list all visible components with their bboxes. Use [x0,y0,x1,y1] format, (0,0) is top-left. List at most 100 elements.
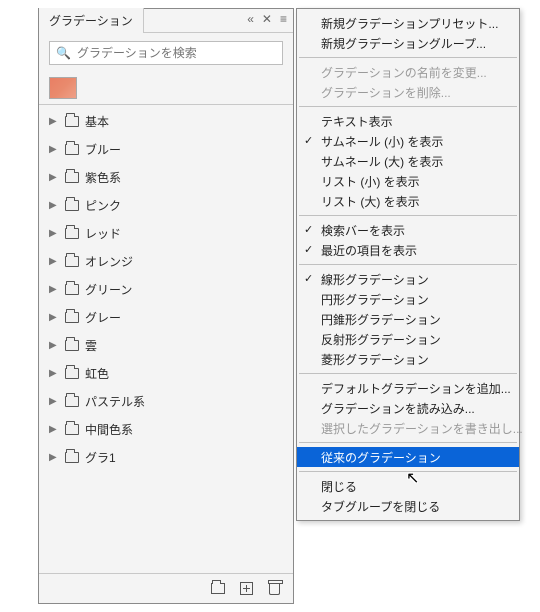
folder-label: ブルー [85,141,121,158]
caret-icon: ▶ [49,256,59,267]
caret-icon: ▶ [49,452,59,463]
close-icon[interactable]: ✕ [260,12,274,26]
folder-row[interactable]: ▶パステル系 [39,387,293,415]
folder-tree: ▶基本▶ブルー▶紫色系▶ピンク▶レッド▶オレンジ▶グリーン▶グレー▶雲▶虹色▶パ… [39,105,293,573]
gradient-panel: グラデーション « ✕ ≡ 🔍 ▶基本▶ブルー▶紫色系▶ピンク▶レッド▶オレンジ… [38,8,294,604]
check-icon: ✓ [304,272,313,285]
new-folder-button[interactable] [211,582,225,596]
folder-label: 中間色系 [85,421,133,438]
menu-item[interactable]: 反射形グラデーション [297,329,519,349]
folder-icon [65,116,79,127]
menu-item: グラデーションを削除... [297,82,519,102]
menu-item[interactable]: 菱形グラデーション [297,349,519,369]
menu-item-label: デフォルトグラデーションを追加... [321,380,511,397]
menu-item-label: 従来のグラデーション [321,449,441,466]
menu-item-label: 円錐形グラデーション [321,311,441,328]
menu-item[interactable]: 従来のグラデーション [297,447,519,467]
folder-icon [65,284,79,295]
check-icon: ✓ [304,223,313,236]
menu-separator [299,264,517,265]
current-gradient-row [39,71,293,105]
caret-icon: ▶ [49,396,59,407]
menu-separator [299,106,517,107]
menu-item[interactable]: 円錐形グラデーション [297,309,519,329]
menu-item-label: サムネール (大) を表示 [321,153,443,170]
folder-row[interactable]: ▶ 基本 [39,107,293,135]
folder-label: グレー [85,309,121,326]
menu-item-label: タブグループを閉じる [321,498,440,515]
menu-item-label: グラデーションの名前を変更... [321,64,487,81]
gradient-swatch[interactable] [49,77,77,99]
search-input[interactable] [77,46,276,60]
folder-label: 基本 [85,113,109,130]
menu-item: グラデーションの名前を変更... [297,62,519,82]
folder-row[interactable]: ▶ グレー [39,303,293,331]
menu-separator [299,471,517,472]
collapse-icon[interactable]: « [245,12,256,26]
folder-row[interactable]: ▶レッド [39,219,293,247]
menu-item-label: グラデーションを読み込み... [321,400,475,417]
folder-row[interactable]: ▶ ブルー [39,135,293,163]
folder-icon [65,312,79,323]
menu-item-label: 新規グラデーションプリセット... [321,15,498,32]
menu-item[interactable]: 新規グラデーションプリセット... [297,13,519,33]
folder-row[interactable]: ▶虹色 [39,359,293,387]
panel-header: グラデーション « ✕ ≡ [39,9,293,33]
caret-icon: ▶ [49,172,59,183]
folder-label: 雲 [85,337,97,354]
menu-item[interactable]: ✓サムネール (小) を表示 [297,131,519,151]
delete-button[interactable] [267,582,281,596]
menu-item-label: 新規グラデーショングループ... [321,35,486,52]
check-icon: ✓ [304,243,313,256]
menu-item[interactable]: ✓ 線形グラデーション [297,269,519,289]
folder-icon [65,200,79,211]
menu-item[interactable]: テキスト表示 [297,111,519,131]
menu-item-label: グラデーションを削除... [321,84,451,101]
folder-row[interactable]: ▶ 中間色系 [39,415,293,443]
caret-icon: ▶ [49,284,59,295]
menu-icon[interactable]: ≡ [278,12,289,26]
folder-icon [65,368,79,379]
folder-label: レッド [85,225,121,242]
menu-item-label: 最近の項目を表示 [321,242,417,259]
caret-icon: ▶ [49,144,59,155]
menu-item[interactable]: デフォルトグラデーションを追加... [297,378,519,398]
menu-item: 選択したグラデーションを書き出し... [297,418,519,438]
folder-icon [65,256,79,267]
menu-item[interactable]: 円形グラデーション [297,289,519,309]
folder-label: 虹色 [85,365,109,382]
caret-icon: ▶ [49,312,59,323]
menu-separator [299,215,517,216]
menu-item[interactable]: ✓検索バーを表示 [297,220,519,240]
menu-item[interactable]: サムネール (大) を表示 [297,151,519,171]
folder-row[interactable]: ▶ ピンク [39,191,293,219]
folder-icon [65,452,79,463]
caret-icon: ▶ [49,424,59,435]
folder-row[interactable]: ▶紫色系 [39,163,293,191]
caret-icon: ▶ [49,200,59,211]
menu-item-label: リスト (大) を表示 [321,193,420,210]
menu-item[interactable]: 新規グラデーショングループ... [297,33,519,53]
menu-item[interactable]: ✓ 最近の項目を表示 [297,240,519,260]
folder-label: ピンク [85,197,121,214]
folder-icon [65,144,79,155]
folder-label: グラ1 [85,449,116,466]
folder-icon [65,228,79,239]
caret-icon: ▶ [49,116,59,127]
folder-row[interactable]: ▶ グラ1 [39,443,293,471]
search-box[interactable]: 🔍 [49,41,283,65]
folder-row[interactable]: ▶雲 [39,331,293,359]
menu-item[interactable]: リスト (大) を表示 [297,191,519,211]
panel-tab[interactable]: グラデーション [39,8,144,33]
folder-row[interactable]: ▶オレンジ [39,247,293,275]
folder-row[interactable]: ▶グリーン [39,275,293,303]
menu-item[interactable]: リスト (小) を表示 [297,171,519,191]
menu-item[interactable]: 閉じる [297,476,519,496]
menu-separator [299,373,517,374]
menu-item-label: 線形グラデーション [321,271,429,288]
new-item-button[interactable] [239,582,253,596]
menu-item-label: 閉じる [321,478,357,495]
menu-separator [299,442,517,443]
menu-item[interactable]: タブグループを閉じる [297,496,519,516]
menu-item[interactable]: グラデーションを読み込み... [297,398,519,418]
